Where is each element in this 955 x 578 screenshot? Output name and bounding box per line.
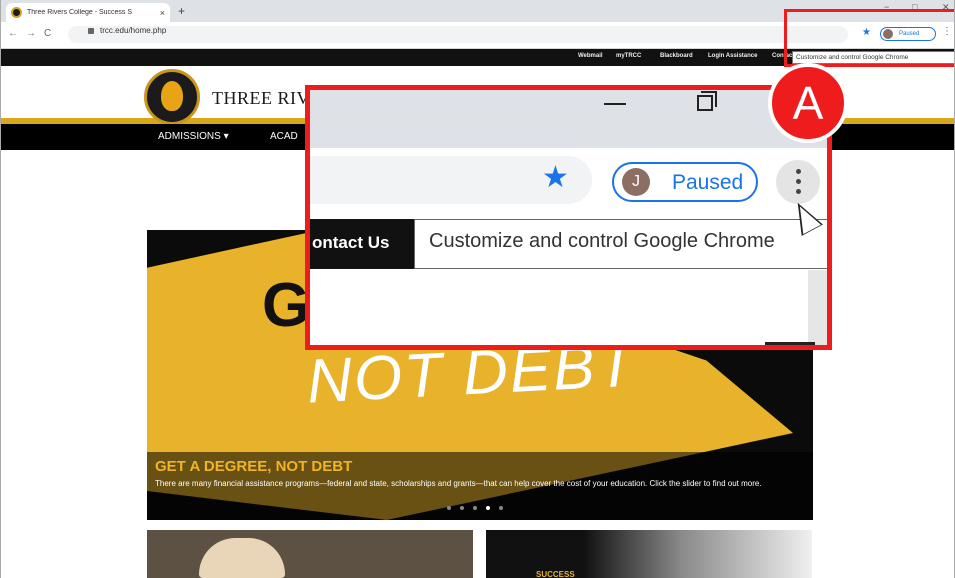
card-label: SUCCESS [536,570,575,578]
slider-dots [447,506,503,510]
zoom-restore-icon [697,95,713,111]
feature-card-photo[interactable] [147,530,473,578]
slider-dot[interactable] [447,506,451,510]
tab-title: Three Rivers College - Success S [27,9,133,16]
link-mytrcc[interactable]: myTRCC [616,53,641,59]
reload-button[interactable]: C [44,28,51,39]
address-url[interactable]: trcc.edu/home.php [100,26,166,35]
browser-tab[interactable]: Three Rivers College - Success S × [6,3,170,22]
zoom-titlebar [310,90,827,148]
address-bar[interactable] [68,26,848,43]
torch-icon [161,81,183,111]
zoom-tooltip: Customize and control Google Chrome [414,219,827,269]
slider-dot[interactable] [460,506,464,510]
link-blackboard[interactable]: Blackboard [660,53,693,59]
slider-dot[interactable] [473,506,477,510]
back-button[interactable]: ← [8,28,18,39]
zoom-chrome-menu-icon [776,160,820,204]
nav-academics[interactable]: ACAD [270,131,298,142]
highlight-box-small [784,9,955,67]
feature-card-success[interactable] [486,530,812,578]
site-favicon-icon [11,7,22,18]
hero-title[interactable]: GET A DEGREE, NOT DEBT [155,458,352,475]
zoom-profile-paused: J Paused [612,162,758,202]
zoom-page-edge-dark [765,342,815,345]
brand-name[interactable]: THREE RIV [212,88,310,109]
zoom-minimize-icon [604,103,626,105]
forward-button[interactable]: → [26,28,36,39]
tab-close-icon[interactable]: × [160,8,165,18]
callout-label-badge: A [768,63,848,143]
zoom-paused-label: Paused [672,171,744,194]
zoom-avatar: J [622,168,650,196]
link-webmail[interactable]: Webmail [578,53,603,59]
zoom-contact-us: ontact Us [312,233,390,252]
slider-dot[interactable] [499,506,503,510]
new-tab-button[interactable]: + [178,4,185,18]
lock-icon [88,28,94,34]
magnified-callout: ★ J Paused ontact Us Customize and contr… [305,85,832,350]
nav-admissions[interactable]: ADMISSIONS ▾ [158,131,229,142]
hero-big-letter: G [262,271,311,340]
cowboy-hat-image [199,538,285,578]
slider-dot-active[interactable] [486,506,490,510]
link-login-assistance[interactable]: Login Assistance [708,53,757,59]
college-logo[interactable] [144,69,200,125]
zoom-page-edge [808,270,827,345]
zoom-bookmark-star-icon: ★ [542,161,569,194]
hero-subtitle: There are many financial assistance prog… [155,479,762,488]
